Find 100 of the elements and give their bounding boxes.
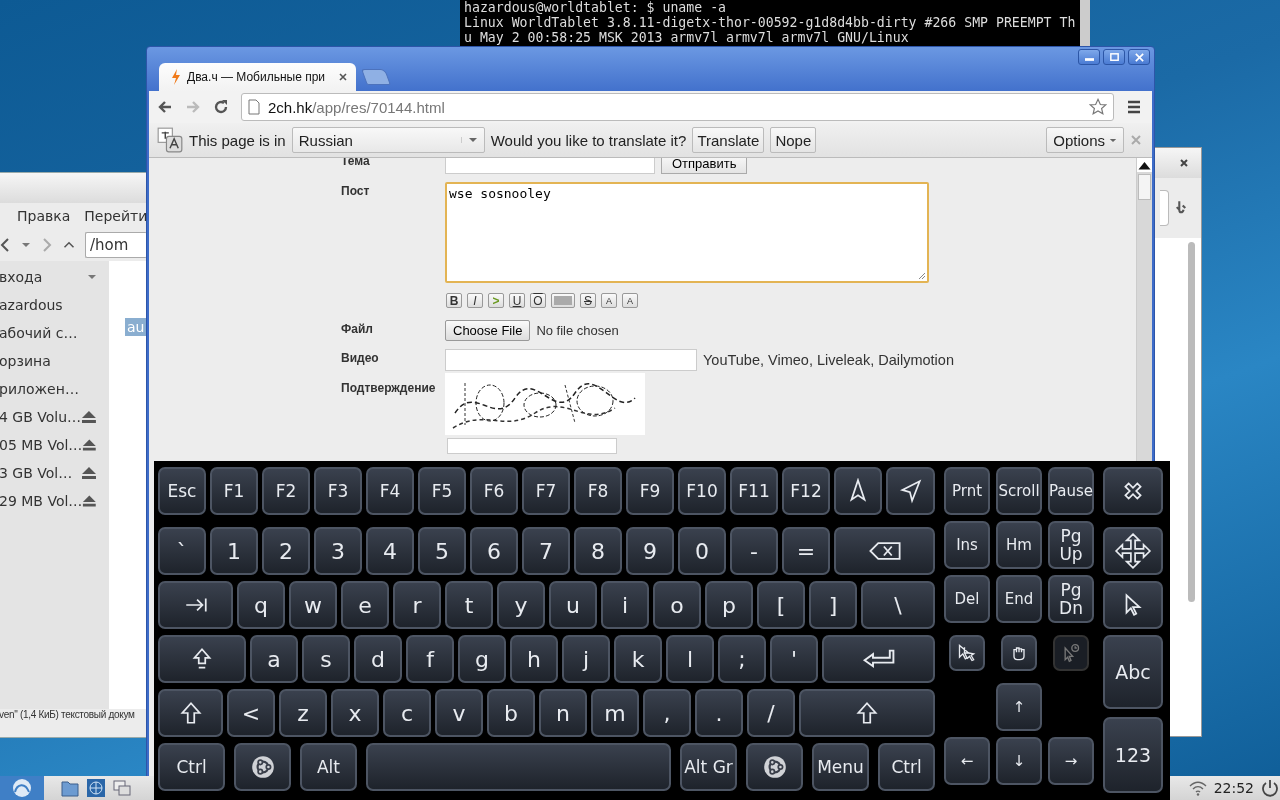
- subject-field[interactable]: [445, 158, 655, 174]
- format-button[interactable]: I: [467, 293, 483, 308]
- key[interactable]: 1: [210, 527, 258, 575]
- sidebar-item[interactable]: azardous: [0, 297, 97, 313]
- folder-icon[interactable]: [60, 778, 80, 798]
- key[interactable]: ↑: [996, 683, 1042, 731]
- reload-icon[interactable]: [213, 99, 229, 115]
- key[interactable]: q: [237, 581, 285, 629]
- launcher-icon[interactable]: [0, 776, 44, 800]
- format-button[interactable]: A: [622, 293, 638, 308]
- key[interactable]: [158, 581, 233, 629]
- key[interactable]: l: [666, 635, 714, 683]
- key[interactable]: a: [250, 635, 298, 683]
- captcha-field[interactable]: [447, 438, 617, 454]
- key[interactable]: `: [158, 527, 206, 575]
- sidebar-item[interactable]: 4 GB Volu…: [0, 409, 82, 425]
- format-button[interactable]: A: [601, 293, 617, 308]
- resize-grip-icon[interactable]: [918, 272, 926, 280]
- options-button[interactable]: Options: [1046, 127, 1124, 153]
- key[interactable]: t: [445, 581, 493, 629]
- key[interactable]: y: [497, 581, 545, 629]
- key[interactable]: d: [354, 635, 402, 683]
- sidebar-item[interactable]: 05 MB Vol…: [0, 437, 83, 453]
- key[interactable]: r: [393, 581, 441, 629]
- windows-icon[interactable]: [112, 778, 132, 798]
- key[interactable]: 6: [470, 527, 518, 575]
- key[interactable]: [834, 467, 882, 515]
- key[interactable]: Pause: [1048, 467, 1094, 515]
- key[interactable]: [886, 467, 935, 515]
- text-field[interactable]: [1160, 190, 1169, 226]
- key[interactable]: [834, 527, 935, 575]
- key[interactable]: [746, 743, 803, 791]
- power-icon[interactable]: [1260, 778, 1280, 798]
- key[interactable]: =: [782, 527, 830, 575]
- key[interactable]: n: [539, 689, 587, 737]
- key[interactable]: F4: [366, 467, 414, 515]
- format-button[interactable]: B: [446, 293, 462, 308]
- menu-icon[interactable]: [1126, 99, 1142, 115]
- key[interactable]: F6: [470, 467, 518, 515]
- close-icon[interactable]: [338, 72, 348, 82]
- key[interactable]: 3: [314, 527, 362, 575]
- language-select[interactable]: Russian: [291, 127, 485, 153]
- key[interactable]: m: [591, 689, 639, 737]
- key[interactable]: 0: [678, 527, 726, 575]
- video-field[interactable]: [445, 349, 697, 371]
- key[interactable]: w: [289, 581, 337, 629]
- key[interactable]: v: [435, 689, 483, 737]
- key[interactable]: [158, 689, 223, 737]
- key[interactable]: [158, 635, 246, 683]
- close-icon[interactable]: [1179, 158, 1189, 168]
- spoiler-button[interactable]: [551, 293, 575, 308]
- key[interactable]: →: [1048, 737, 1094, 785]
- key[interactable]: ←: [944, 737, 990, 785]
- key[interactable]: 4: [366, 527, 414, 575]
- back-icon[interactable]: [0, 237, 11, 253]
- address-bar[interactable]: 2ch.hk/app/res/70144.html: [241, 93, 1114, 121]
- key[interactable]: F12: [782, 467, 830, 515]
- key[interactable]: Alt Gr: [680, 743, 737, 791]
- format-button[interactable]: O: [530, 293, 546, 308]
- sidebar-item[interactable]: абочий с…: [0, 325, 97, 341]
- key[interactable]: F11: [730, 467, 778, 515]
- key[interactable]: p: [705, 581, 753, 629]
- key[interactable]: F5: [418, 467, 466, 515]
- format-button[interactable]: U: [509, 293, 525, 308]
- key[interactable]: [949, 635, 985, 671]
- key[interactable]: -: [730, 527, 778, 575]
- eject-icon[interactable]: [82, 438, 97, 452]
- key[interactable]: Scroll: [996, 467, 1042, 515]
- caret-icon[interactable]: [87, 274, 97, 280]
- sidebar-item[interactable]: риложен…: [0, 381, 97, 397]
- key[interactable]: F3: [314, 467, 362, 515]
- key[interactable]: /: [747, 689, 795, 737]
- key[interactable]: h: [510, 635, 558, 683]
- key[interactable]: Pg Up: [1048, 521, 1094, 569]
- key[interactable]: e: [341, 581, 389, 629]
- path-field[interactable]: /hom: [85, 232, 147, 258]
- translate-bar-button[interactable]: Translate: [692, 127, 765, 153]
- key[interactable]: [1103, 467, 1163, 515]
- key[interactable]: i: [601, 581, 649, 629]
- sidebar-item[interactable]: орзина: [0, 353, 97, 369]
- key[interactable]: ]: [809, 581, 857, 629]
- key[interactable]: .: [695, 689, 743, 737]
- eject-icon[interactable]: [81, 410, 97, 424]
- back-icon[interactable]: [157, 99, 173, 115]
- key[interactable]: F8: [574, 467, 622, 515]
- eject-icon[interactable]: [82, 494, 97, 508]
- star-icon[interactable]: [1089, 98, 1107, 116]
- key[interactable]: [234, 743, 291, 791]
- key[interactable]: Pg Dn: [1048, 575, 1094, 623]
- key[interactable]: ': [770, 635, 818, 683]
- menu-item[interactable]: Перейти: [84, 208, 148, 224]
- key[interactable]: j: [562, 635, 610, 683]
- key[interactable]: End: [996, 575, 1042, 623]
- key[interactable]: Hm: [996, 521, 1042, 569]
- key[interactable]: b: [487, 689, 535, 737]
- key[interactable]: ↓: [996, 737, 1042, 785]
- maximize-button[interactable]: [1103, 49, 1125, 65]
- key[interactable]: F10: [678, 467, 726, 515]
- send-button[interactable]: Отправить: [661, 158, 748, 174]
- key[interactable]: F1: [210, 467, 258, 515]
